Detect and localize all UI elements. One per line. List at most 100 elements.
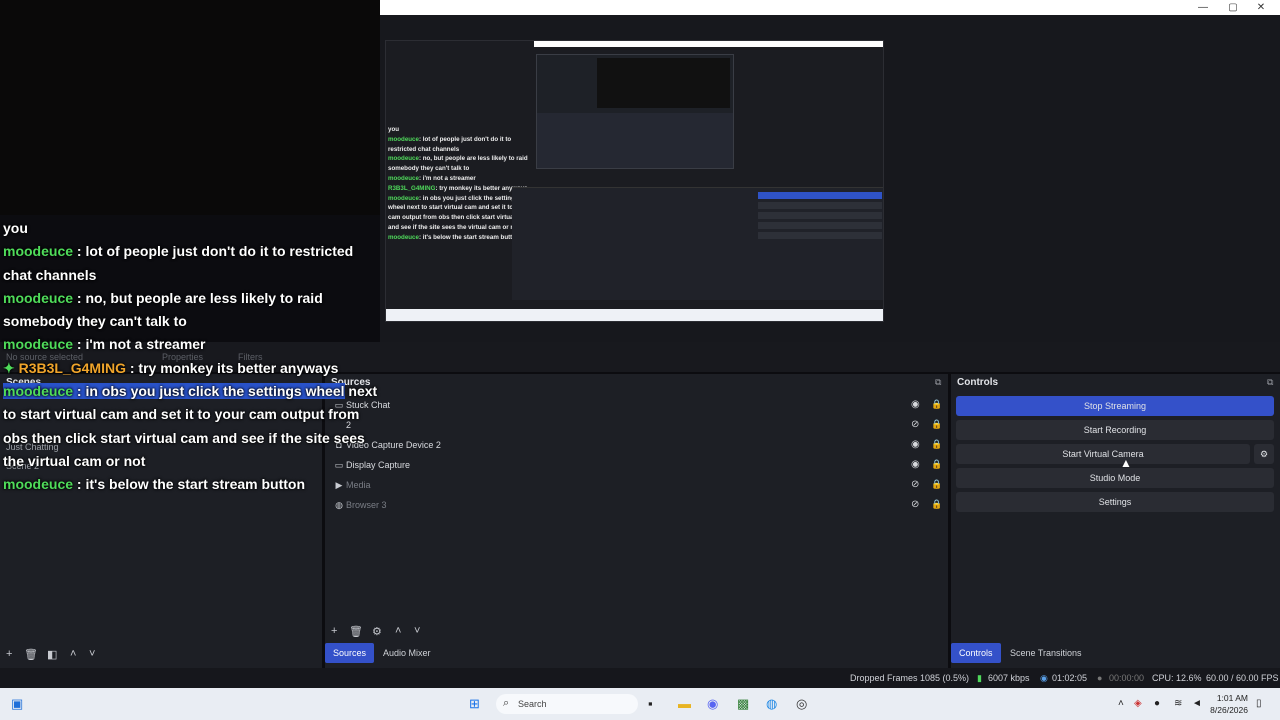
preview-chat-text: you <box>388 126 400 133</box>
maximize-icon[interactable]: ▢ <box>1218 0 1248 15</box>
sources-dock: Sources ⧉ ▭ Stuck Chat ◉ 🔒 2 ⊘ 🔒 ◘ Video Capture… <box>325 374 948 668</box>
cpu-usage: CPU: 12.6% <box>1152 673 1202 683</box>
obs-icon[interactable]: ◎ <box>796 696 807 712</box>
dropped-frames: Dropped Frames 1085 (0.5%) <box>850 673 970 683</box>
taskbar-search[interactable]: ⌕ Search <box>496 694 638 714</box>
close-icon[interactable]: ✕ <box>1246 0 1276 15</box>
windows-taskbar: ▣ ⊞ ⌕ Search ▪ ▬ ◉ ▩ ◍ ◎ ˄ ◈ ● ≋ ◄ 1:01 … <box>0 688 1280 720</box>
preview-nested-titlebar <box>534 41 883 47</box>
security-icon[interactable]: ◈ <box>1134 698 1142 709</box>
eye-icon[interactable]: ◉ <box>911 459 920 470</box>
webcam-overlay <box>0 0 380 215</box>
source-row[interactable]: ▭ Display Capture ◉ 🔒 <box>333 456 945 476</box>
start-recording-button[interactable]: Start Recording <box>956 420 1274 440</box>
chat-overlay: you moodeuce : lot of people just don't d… <box>3 217 383 497</box>
preview-chat-text: : i'm not a streamer <box>418 174 476 182</box>
undock-icon[interactable]: ⧉ <box>935 377 941 388</box>
lock-icon[interactable]: 🔒 <box>931 399 942 410</box>
file-explorer-icon[interactable]: ▬ <box>678 696 691 711</box>
move-up-icon[interactable]: ˄ <box>395 625 401 637</box>
stream-time: 01:02:05 <box>1052 673 1088 683</box>
discord-icon[interactable]: ◉ <box>707 696 718 712</box>
tab-scene-transitions[interactable]: Scene Transitions <box>1002 643 1090 663</box>
chat-username: moodeuce <box>3 476 74 493</box>
tab-controls[interactable]: Controls <box>951 643 1001 663</box>
edge-icon[interactable]: ◍ <box>766 696 777 712</box>
move-down-icon[interactable]: ˅ <box>89 648 95 660</box>
obs-title-bar: — ▢ ✕ <box>380 0 1280 15</box>
settings-button[interactable]: Settings <box>956 492 1274 512</box>
source-row[interactable]: ◍ Browser 3 ⊘ 🔒 <box>333 496 945 516</box>
eye-hidden-icon[interactable]: ⊘ <box>911 479 919 490</box>
lock-icon[interactable]: 🔒 <box>931 439 942 450</box>
chat-message: moodeuce : it's below the start stream b… <box>3 473 383 496</box>
stop-streaming-button[interactable]: Stop Streaming <box>956 396 1274 416</box>
eye-hidden-icon[interactable]: ⊘ <box>911 499 919 510</box>
source-settings-icon[interactable]: ⚙ <box>372 625 382 638</box>
preview-chat-username: moodeuce <box>388 194 419 202</box>
trash-icon[interactable]: 🗑 <box>24 648 38 661</box>
preview-nested-screen <box>536 54 734 169</box>
eye-hidden-icon[interactable]: ⊘ <box>911 419 919 430</box>
wifi-icon[interactable]: ≋ <box>1174 698 1182 709</box>
filter-icon[interactable]: ◧ <box>47 648 57 661</box>
tab-sources[interactable]: Sources <box>325 643 375 663</box>
preview-nested-obs <box>512 187 883 300</box>
start-virtual-camera-button[interactable]: Start Virtual Camera <box>956 444 1250 464</box>
preview-chat-username: R3B3L_G4MING <box>388 184 436 192</box>
clock-date[interactable]: 8/26/2026 <box>1204 705 1248 715</box>
record-time: 00:00:00 <box>1109 673 1145 683</box>
fps: 60.00 / 60.00 FPS <box>1206 673 1279 683</box>
obs-status-bar: Dropped Frames 1085 (0.5%) ▮ 6007 kbps ◉… <box>0 668 1280 688</box>
add-icon[interactable]: + <box>6 648 12 660</box>
preview-chat-line: you <box>388 125 533 135</box>
move-down-icon[interactable]: ˅ <box>414 625 420 637</box>
source-row[interactable]: ▶ Media ⊘ 🔒 <box>333 476 945 496</box>
start-icon[interactable]: ⊞ <box>469 696 480 712</box>
preview-display-capture[interactable]: you moodeuce: lot of people just don't do… <box>385 40 884 322</box>
signal-icon: ▮ <box>977 673 982 683</box>
preview-chat-line: moodeuce: i'm not a streamer <box>388 174 533 184</box>
preview-chat-username: moodeuce <box>388 155 419 163</box>
move-up-icon[interactable]: ˄ <box>70 648 76 660</box>
bitrate: 6007 kbps <box>988 673 1030 683</box>
preview-chat-username: moodeuce <box>388 174 419 182</box>
source-row[interactable]: 2 ⊘ 🔒 <box>333 416 945 436</box>
search-placeholder: Search <box>518 699 547 709</box>
desktop-app-icon[interactable]: ▣ <box>11 696 23 712</box>
preview-chat-line: moodeuce: lot of people just don't do it… <box>388 135 533 155</box>
preview-chat-username: moodeuce <box>388 135 419 143</box>
globe-icon: ◍ <box>335 500 343 510</box>
eye-icon[interactable]: ◉ <box>911 439 920 450</box>
chat-username: moodeuce <box>3 289 74 306</box>
chat-message: moodeuce : lot of people just don't do i… <box>3 240 383 287</box>
add-source-icon[interactable]: + <box>331 625 337 637</box>
source-row[interactable]: ▭ Stuck Chat ◉ 🔒 <box>333 396 945 416</box>
clock-time[interactable]: 1:01 AM <box>1210 693 1248 703</box>
mic-icon[interactable]: ● <box>1154 698 1160 709</box>
lock-icon[interactable]: 🔒 <box>931 459 942 470</box>
minecraft-icon[interactable]: ▩ <box>737 696 749 712</box>
mouse-cursor-icon: ▲ <box>1120 456 1132 470</box>
undock-icon[interactable]: ⧉ <box>1267 377 1273 388</box>
lock-icon[interactable]: 🔒 <box>931 499 942 510</box>
source-row[interactable]: ◘ Video Capture Device 2 ◉ 🔒 <box>333 436 945 456</box>
lock-icon[interactable]: 🔒 <box>931 419 942 430</box>
chat-message: moodeuce : no, but people are less likel… <box>3 287 383 334</box>
virtual-camera-settings-icon[interactable]: ⚙ <box>1254 444 1274 464</box>
preview-chat-text: : it's below the start stream button <box>418 233 520 241</box>
studio-mode-button[interactable]: Studio Mode <box>956 468 1274 488</box>
lock-icon[interactable]: 🔒 <box>931 479 942 490</box>
notification-icon[interactable]: ▯ <box>1256 698 1262 709</box>
minimize-icon[interactable]: — <box>1188 0 1218 15</box>
source-label: Browser 3 <box>346 500 387 510</box>
eye-icon[interactable]: ◉ <box>911 399 920 410</box>
chevron-up-icon[interactable]: ˄ <box>1118 698 1124 709</box>
chat-message: moodeuce : i'm not a streamer <box>3 333 383 356</box>
volume-icon[interactable]: ◄ <box>1192 698 1202 709</box>
chat-username: moodeuce <box>3 336 74 353</box>
tab-audio-mixer[interactable]: Audio Mixer <box>375 643 439 663</box>
preview-chat-line: moodeuce: no, but people are less likely… <box>388 154 533 174</box>
task-view-icon[interactable]: ▪ <box>648 696 653 711</box>
remove-source-icon[interactable]: 🗑 <box>349 625 363 638</box>
